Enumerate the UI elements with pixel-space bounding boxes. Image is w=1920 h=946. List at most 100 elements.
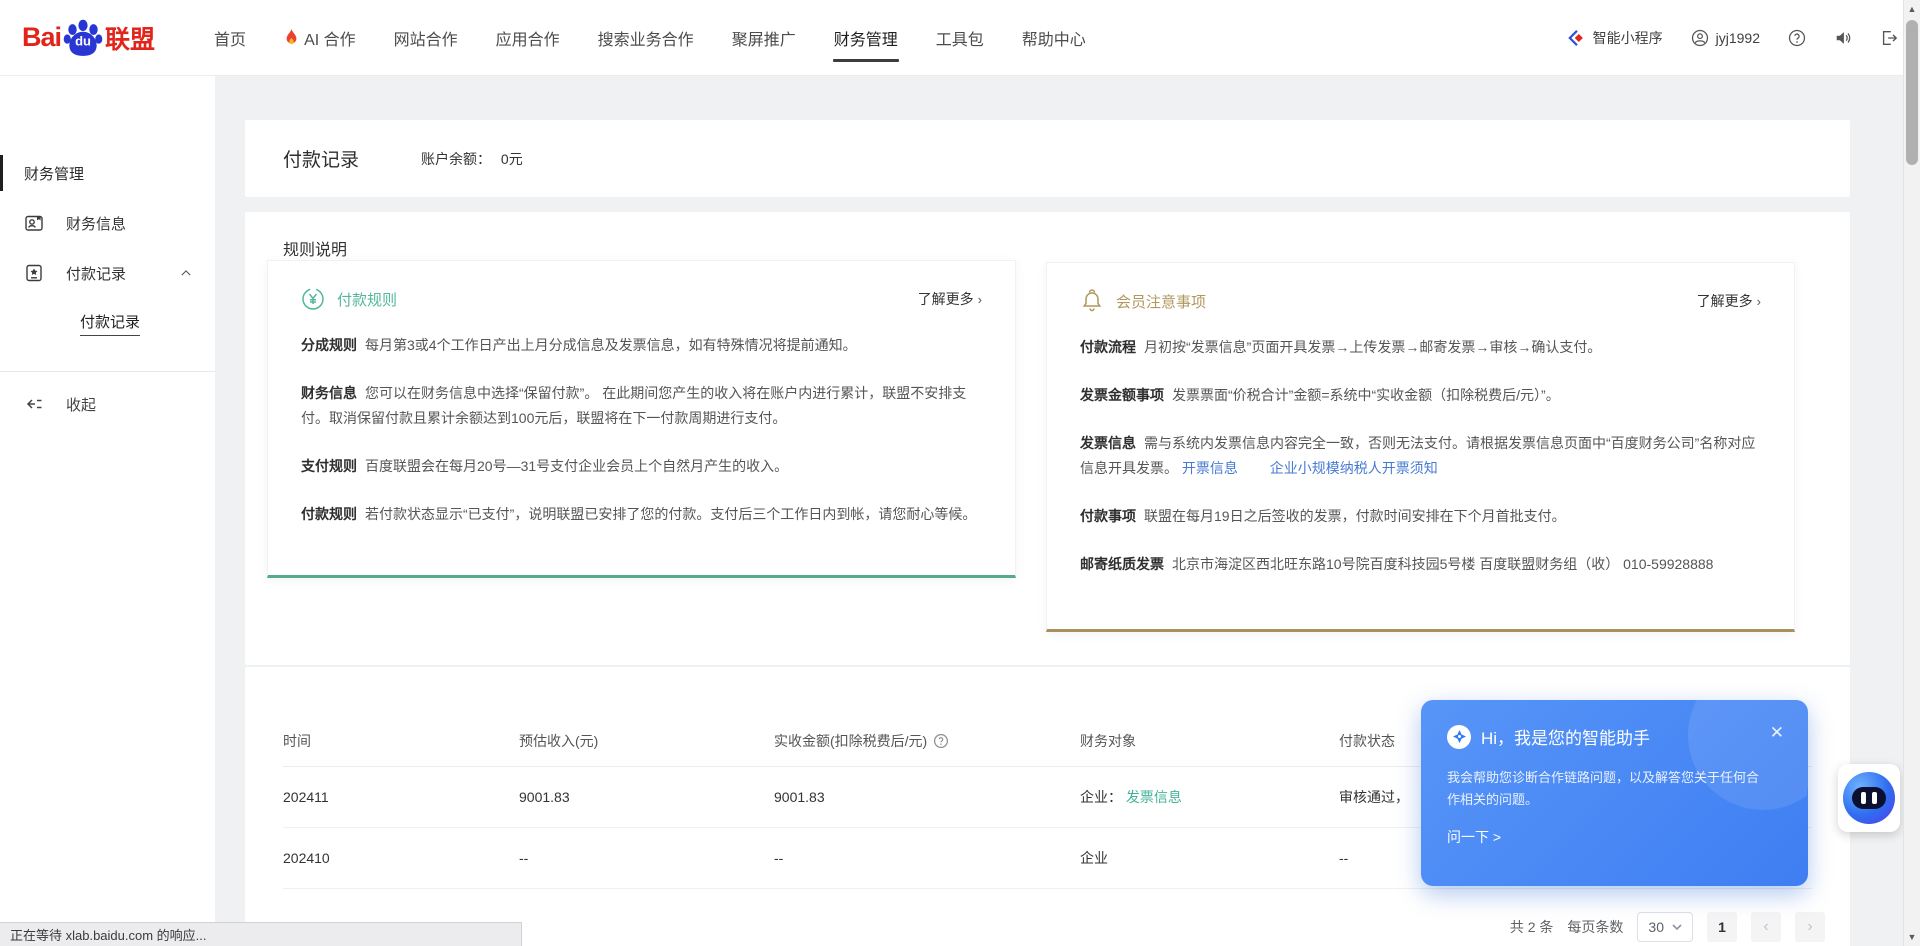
chevron-right-icon: ›	[978, 292, 982, 307]
nav-item-search-biz[interactable]: 搜索业务合作	[579, 0, 713, 75]
collapse-icon	[24, 394, 44, 414]
vertical-scrollbar[interactable]: ▲ ▼	[1903, 0, 1920, 946]
page-number-current[interactable]: 1	[1707, 912, 1737, 942]
payment-rules-more-link[interactable]: 了解更多›	[918, 289, 982, 309]
rule-item: 支付规则百度联盟会在每月20号—31号支付企业会员上个自然月产生的收入。	[301, 454, 982, 479]
invoice-info-link[interactable]: 开票信息	[1182, 460, 1238, 476]
chevron-right-icon: ›	[1757, 294, 1761, 309]
member-notice-box: 会员注意事项 了解更多› 付款流程月初按“发票信息”页面开具发票→上传发票→邮寄…	[1046, 262, 1795, 632]
speaker-icon[interactable]	[1834, 29, 1852, 47]
finance-info-icon	[24, 213, 44, 233]
rule-item: 发票金额事项发票票面“价税合计”金额=系统中“实收金额（扣除税费后/元）”。	[1080, 383, 1761, 408]
cell-time: 202410	[283, 850, 519, 866]
page-title: 付款记录	[283, 145, 359, 172]
pagination: 共 2 条 每页条数 30 1 ‹ ›	[1510, 912, 1825, 942]
next-page-button[interactable]: ›	[1795, 912, 1825, 942]
balance-value: 0元	[501, 151, 523, 167]
nav-item-help[interactable]: 帮助中心	[1003, 0, 1105, 75]
cell-received: --	[774, 850, 1080, 866]
account-balance: 账户余额： 0元	[421, 149, 523, 169]
cell-target: 企业	[1080, 848, 1339, 868]
flame-icon	[284, 29, 299, 47]
help-icon[interactable]	[1788, 29, 1806, 47]
sidebar: 财务管理 财务信息 付款记录 付款记录	[0, 76, 215, 946]
rule-item: 付款事项联盟在每月19日之后签收的发票，付款时间安排在下个月首批支付。	[1080, 504, 1761, 529]
chevron-up-icon[interactable]	[179, 266, 193, 280]
nav-item-website[interactable]: 网站合作	[375, 0, 477, 75]
miniapp-entry[interactable]: 智能小程序	[1568, 28, 1663, 48]
miniapp-diamond-icon	[1568, 29, 1586, 47]
member-notice-title: 会员注意事项	[1116, 291, 1206, 312]
top-navbar: Bai du 联盟 首页 A	[0, 0, 1920, 76]
user-icon	[1691, 29, 1709, 47]
navbar-right: 智能小程序 jyj1992	[1568, 28, 1898, 48]
nav-item-toolkit[interactable]: 工具包	[917, 0, 1003, 75]
baidu-union-logo[interactable]: Bai du 联盟	[22, 17, 155, 59]
robot-icon	[1843, 772, 1895, 824]
page-root: Bai du 联盟 首页 A	[0, 0, 1920, 946]
payment-rules-title: 付款规则	[337, 289, 397, 310]
sidebar-collapse-button[interactable]: 收起	[0, 384, 215, 424]
assistant-message: 我会帮助您诊断合作链路问题，以及解答您关于任何合作相关的问题。	[1447, 767, 1767, 811]
question-circle-icon[interactable]	[933, 733, 949, 749]
per-page-select[interactable]: 30	[1637, 912, 1693, 942]
logout-icon[interactable]	[1880, 29, 1898, 47]
per-page-label: 每页条数	[1567, 917, 1623, 937]
member-notice-more-link[interactable]: 了解更多›	[1697, 291, 1761, 311]
nav-item-app[interactable]: 应用合作	[477, 0, 579, 75]
cell-received: 9001.83	[774, 789, 1080, 805]
cell-estimated: 9001.83	[519, 789, 774, 805]
rules-panel: 规则说明 付款规则 了解更多› 分成规则每月第3或4个工作日产出上月分成信息及发…	[245, 212, 1850, 665]
scroll-up-arrow[interactable]: ▲	[1904, 4, 1920, 14]
sidebar-divider	[0, 371, 215, 372]
scrollbar-thumb[interactable]	[1906, 20, 1918, 165]
nav-item-juping[interactable]: 聚屏推广	[713, 0, 815, 75]
total-count: 共 2 条	[1510, 917, 1554, 937]
nav-item-home[interactable]: 首页	[195, 0, 265, 75]
payment-record-header-card: 付款记录 账户余额： 0元	[245, 120, 1850, 197]
status-text: 正在等待 xlab.baidu.com 的响应...	[10, 925, 207, 944]
yen-circle-icon	[301, 287, 325, 311]
rule-item: 发票信息需与系统内发票信息内容完全一致，否则无法支付。请根据发票信息页面中“百度…	[1080, 431, 1761, 481]
col-time: 时间	[283, 731, 519, 751]
small-taxpayer-notice-link[interactable]: 企业小规模纳税人开票须知	[1270, 460, 1438, 476]
assistant-robot-avatar[interactable]	[1838, 764, 1900, 832]
sidebar-subitem-payment-record[interactable]: 付款记录	[0, 303, 215, 343]
payment-rules-box: 付款规则 了解更多› 分成规则每月第3或4个工作日产出上月分成信息及发票信息，如…	[267, 260, 1016, 578]
cell-time: 202411	[283, 789, 519, 805]
invoice-info-table-link[interactable]: 发票信息	[1126, 789, 1182, 805]
cell-target: 企业： 发票信息	[1080, 787, 1339, 807]
col-received-amount: 实收金额(扣除税费后/元)	[774, 731, 1080, 751]
prev-page-button[interactable]: ‹	[1751, 912, 1781, 942]
close-icon[interactable]: ✕	[1770, 724, 1784, 741]
scroll-down-arrow[interactable]: ▼	[1904, 932, 1920, 942]
assistant-title: Hi，我是您的智能助手	[1481, 724, 1650, 749]
balance-label: 账户余额：	[421, 151, 491, 167]
nav-item-finance[interactable]: 财务管理	[815, 0, 917, 75]
col-estimated-income: 预估收入(元)	[519, 731, 774, 751]
ask-now-link[interactable]: 问一下 >	[1447, 827, 1782, 847]
cell-estimated: --	[519, 850, 774, 866]
assistant-popup: Hi，我是您的智能助手 ✕ 我会帮助您诊断合作链路问题，以及解答您关于任何合作相…	[1421, 700, 1808, 886]
logo-text-du: du	[75, 33, 91, 48]
sidebar-item-finance-info[interactable]: 财务信息	[0, 203, 215, 243]
logo-text-bai: Bai	[22, 22, 61, 53]
sidebar-item-payment-record[interactable]: 付款记录	[0, 253, 215, 293]
nav-item-ai[interactable]: AI 合作	[265, 0, 375, 75]
rule-item: 财务信息您可以在财务信息中选择“保留付款”。 在此期间您产生的收入将在账户内进行…	[301, 381, 982, 431]
col-finance-target: 财务对象	[1080, 731, 1339, 751]
compass-icon	[1447, 725, 1471, 749]
bell-icon	[1080, 289, 1104, 313]
payment-record-icon	[24, 263, 44, 283]
user-account[interactable]: jyj1992	[1691, 29, 1760, 47]
rule-item: 付款规则若付款状态显示“已支付”，说明联盟已安排了您的付款。支付后三个工作日内到…	[301, 502, 982, 527]
rule-item: 邮寄纸质发票北京市海淀区西北旺东路10号院百度科技园5号楼 百度联盟财务组（收）…	[1080, 552, 1761, 577]
browser-status-bar: 正在等待 xlab.baidu.com 的响应...	[0, 922, 522, 946]
main-nav: 首页 AI 合作 网站合作 应用合作 搜索业务合作 聚屏推广 财务管理 工具包 …	[195, 0, 1105, 75]
logo-text-union: 联盟	[105, 20, 155, 56]
rule-item: 付款流程月初按“发票信息”页面开具发票→上传发票→邮寄发票→审核→确认支付。	[1080, 335, 1761, 360]
baidu-paw-icon: du	[62, 17, 104, 59]
rules-title: 规则说明	[283, 236, 347, 260]
sidebar-title: 财务管理	[0, 153, 215, 193]
rule-item: 分成规则每月第3或4个工作日产出上月分成信息及发票信息，如有特殊情况将提前通知。	[301, 333, 982, 358]
